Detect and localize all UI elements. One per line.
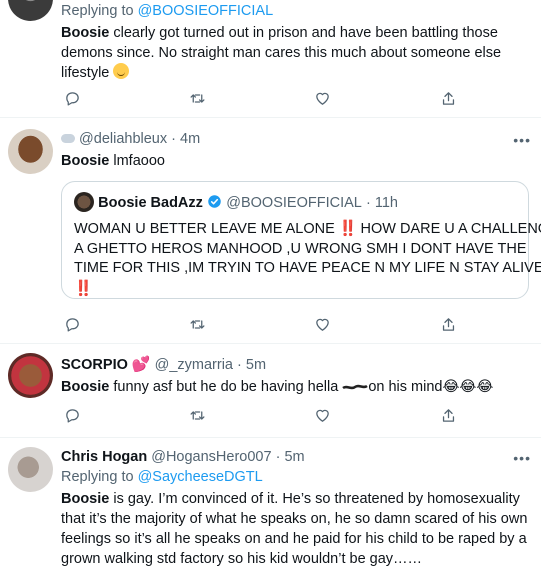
reply-icon[interactable] xyxy=(61,87,83,109)
tweet-3[interactable]: SCORPIO 💕 @_zymarria · 5m Boosie funny a… xyxy=(0,344,541,438)
avatar[interactable] xyxy=(8,129,53,174)
quote-timestamp[interactable]: · 11h xyxy=(366,195,398,211)
quote-text: WOMAN U BETTER LEAVE ME ALONE ‼️ HOW DAR… xyxy=(74,220,541,297)
timestamp[interactable]: · 5m xyxy=(237,357,266,373)
quote-display-name[interactable]: Boosie BadAzz xyxy=(98,195,203,211)
more-options-icon[interactable]: ••• xyxy=(513,450,531,466)
mention-boosie[interactable]: Boosie xyxy=(61,153,109,169)
tweet-2[interactable]: @deliahbleux · 4m Boosie lmfaooo ••• Boo… xyxy=(0,118,541,344)
share-icon[interactable] xyxy=(437,404,459,426)
replying-handle-link[interactable]: @BOOSIEOFFICIAL xyxy=(138,3,274,19)
tweet-4[interactable]: Chris Hogan @HogansHero007 · 5m Replying… xyxy=(0,438,541,570)
replying-handle-link[interactable]: @SaycheeseDGTL xyxy=(138,469,263,485)
unamused-emoji xyxy=(113,63,130,79)
quote-handle[interactable]: @BOOSIEOFFICIAL xyxy=(226,195,362,211)
avatar[interactable] xyxy=(74,192,94,212)
heart-emoji-icon: 💕 xyxy=(131,356,151,373)
share-icon[interactable] xyxy=(437,313,459,335)
tweet-header: @deliahbleux · 4m xyxy=(61,130,531,149)
verified-badge-icon xyxy=(208,195,221,208)
share-icon[interactable] xyxy=(437,87,459,109)
reply-icon[interactable] xyxy=(61,404,83,426)
replying-to: Replying to @SaycheeseDGTL xyxy=(61,469,263,485)
cloud-emoji-icon xyxy=(61,134,75,143)
like-icon[interactable] xyxy=(311,404,333,426)
mention-boosie[interactable]: Boosie xyxy=(61,379,109,395)
avatar[interactable] xyxy=(8,353,53,398)
display-name[interactable]: SCORPIO xyxy=(61,357,128,373)
tweet-header: SCORPIO 💕 @_zymarria · 5m xyxy=(61,355,531,375)
double-exclamation-emoji: ‼️ xyxy=(338,220,358,237)
double-exclamation-emoji: ‼️ xyxy=(74,279,93,297)
quote-header: Boosie BadAzz @BOOSIEOFFICIAL · 11h xyxy=(74,192,398,212)
handle[interactable]: @_zymarria xyxy=(155,357,233,373)
retweet-icon[interactable] xyxy=(186,313,208,335)
tweet-1[interactable]: Replying to @BOOSIEOFFICIAL Boosie clear… xyxy=(0,0,541,118)
quoted-tweet[interactable]: Boosie BadAzz @BOOSIEOFFICIAL · 11h WOMA… xyxy=(61,181,541,299)
tweet-actions xyxy=(61,87,461,109)
redaction-scribble xyxy=(342,384,369,390)
tweet-text: Boosie is gay. I’m convinced of it. He’s… xyxy=(61,491,528,567)
mention-boosie[interactable]: Boosie xyxy=(61,491,109,507)
like-icon[interactable] xyxy=(311,87,333,109)
tweet-header: Chris Hogan @HogansHero007 · 5m xyxy=(61,448,531,467)
tweet-actions xyxy=(61,404,461,426)
tweet-actions xyxy=(61,313,461,335)
tweet-text: Boosie lmfaooo xyxy=(61,153,165,169)
like-icon[interactable] xyxy=(311,313,333,335)
handle[interactable]: @deliahbleux xyxy=(79,131,167,147)
timestamp[interactable]: · 5m xyxy=(276,449,305,465)
tweet-text: Boosie funny asf but he do be having hel… xyxy=(61,379,494,395)
retweet-icon[interactable] xyxy=(186,87,208,109)
retweet-icon[interactable] xyxy=(186,404,208,426)
avatar[interactable] xyxy=(8,0,53,21)
timestamp[interactable]: · 4m xyxy=(171,131,200,147)
avatar[interactable] xyxy=(8,447,53,492)
mention-boosie[interactable]: Boosie xyxy=(61,25,109,41)
replying-to: Replying to @BOOSIEOFFICIAL xyxy=(61,3,274,19)
laughing-emojis: 😂😂😂 xyxy=(442,379,494,395)
tweet-text: Boosie clearly got turned out in prison … xyxy=(61,25,502,81)
handle[interactable]: @HogansHero007 xyxy=(151,449,271,465)
reply-icon[interactable] xyxy=(61,313,83,335)
display-name[interactable]: Chris Hogan xyxy=(61,449,147,465)
more-options-icon[interactable]: ••• xyxy=(513,132,531,148)
